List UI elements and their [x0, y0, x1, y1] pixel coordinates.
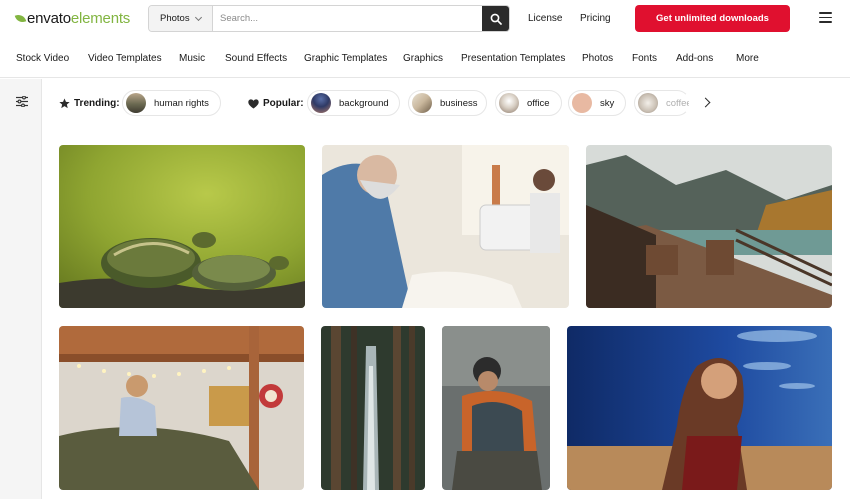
heart-icon [248, 98, 259, 109]
tag-chip-business[interactable]: business [408, 90, 487, 116]
nav-music[interactable]: Music [179, 53, 205, 64]
star-icon [59, 98, 70, 109]
license-link[interactable]: License [528, 13, 562, 24]
nav-sound-effects[interactable]: Sound Effects [225, 53, 287, 64]
tag-thumbnail [412, 93, 432, 113]
tag-chip-background[interactable]: background [307, 90, 400, 116]
nav-add-ons[interactable]: Add-ons [676, 53, 713, 64]
photo-man-with-phone [442, 326, 550, 490]
category-nav: Stock Video Video Templates Music Sound … [0, 40, 850, 78]
top-header: envatoelements Photos License Pricing Ge… [0, 0, 850, 40]
search-category-label: Photos [160, 13, 190, 24]
tag-thumbnail [638, 93, 658, 113]
nav-photos[interactable]: Photos [582, 53, 613, 64]
photo-card-lake-dock[interactable] [586, 145, 832, 308]
photo-card-man-with-phone[interactable] [442, 326, 550, 490]
nav-video-templates[interactable]: Video Templates [88, 53, 162, 64]
photo-card-forest-waterfall[interactable] [321, 326, 425, 490]
filter-sliders-icon[interactable] [16, 96, 28, 107]
nav-fonts[interactable]: Fonts [632, 53, 657, 64]
search-bar: Photos [148, 5, 510, 32]
search-icon [490, 13, 502, 25]
tag-chip-human-rights[interactable]: human rights [122, 90, 221, 116]
photo-girl-bunk-bed [59, 326, 304, 490]
nav-presentation-templates[interactable]: Presentation Templates [461, 53, 565, 64]
tag-thumbnail [126, 93, 146, 113]
filter-sidebar [0, 79, 42, 499]
search-input[interactable] [213, 6, 482, 31]
logo-text-elements: elements [70, 9, 131, 27]
trending-label: Trending: [59, 98, 120, 109]
photo-card-tailor[interactable] [322, 145, 569, 308]
nav-more[interactable]: More [736, 53, 759, 64]
get-unlimited-downloads-button[interactable]: Get unlimited downloads [635, 5, 790, 32]
tag-thumbnail [499, 93, 519, 113]
photo-card-girl-bunk-bed[interactable] [59, 326, 304, 490]
search-category-select[interactable]: Photos [149, 6, 213, 31]
search-button[interactable] [482, 6, 509, 31]
pricing-link[interactable]: Pricing [580, 13, 611, 24]
photo-tailor-sewing [322, 145, 569, 308]
photo-woman-at-bar [567, 326, 832, 490]
nav-stock-video[interactable]: Stock Video [16, 53, 69, 64]
tag-thumbnail [572, 93, 592, 113]
envato-leaf-icon [14, 12, 27, 24]
nav-graphic-templates[interactable]: Graphic Templates [304, 53, 387, 64]
tag-chip-coffee[interactable]: coffee [634, 90, 690, 116]
hamburger-menu-icon[interactable] [819, 12, 832, 23]
photo-forest-waterfall [321, 326, 425, 490]
nav-graphics[interactable]: Graphics [403, 53, 443, 64]
chevron-down-icon [194, 13, 202, 21]
logo-text-envato: envato [27, 9, 71, 27]
photo-card-turtles[interactable] [59, 145, 305, 308]
photo-card-woman-at-bar[interactable] [567, 326, 832, 490]
photo-lake-dock [586, 145, 832, 308]
tag-chip-office[interactable]: office [495, 90, 562, 116]
tag-filter-bar: Trending: human rights Popular: backgrou… [42, 79, 850, 129]
envato-elements-logo[interactable]: envatoelements [14, 9, 131, 27]
chevron-right-icon[interactable] [700, 97, 711, 108]
tag-thumbnail [311, 93, 331, 113]
tag-chip-sky[interactable]: sky [568, 90, 626, 116]
photo-turtles [59, 145, 305, 308]
popular-label: Popular: [248, 98, 304, 109]
